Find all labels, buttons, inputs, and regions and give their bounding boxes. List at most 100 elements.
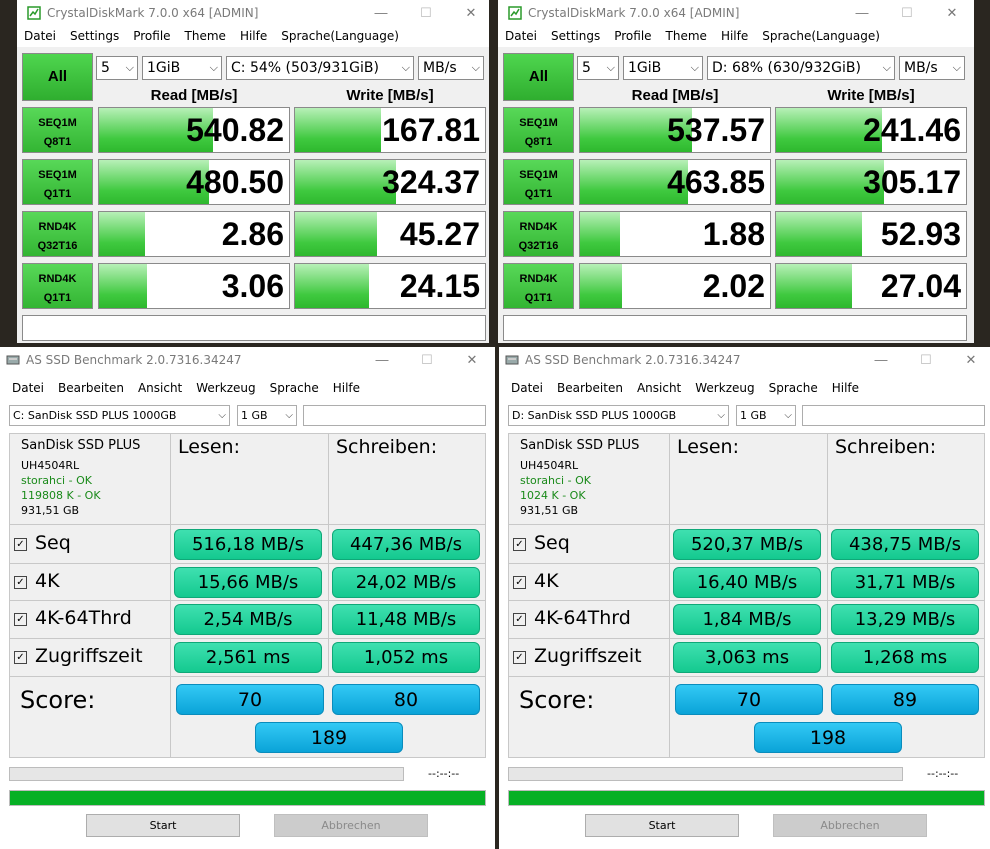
size-value: 1 GB [241, 409, 268, 422]
menu-sprache[interactable]: Sprache [762, 378, 825, 398]
abort-button[interactable]: Abbrechen [274, 814, 428, 837]
checkbox-checked-icon[interactable]: ✓ [513, 651, 526, 664]
checkbox-checked-icon[interactable]: ✓ [14, 651, 27, 664]
unit-select[interactable]: MB/s ⌵ [899, 56, 965, 80]
minimize-icon[interactable]: — [373, 351, 391, 369]
seq-write-result: 447,36 MB/s [332, 529, 480, 560]
menu-datei[interactable]: Datei [17, 26, 63, 46]
write-value: 241.46 [863, 112, 961, 148]
drive-select[interactable]: C: SanDisk SSD PLUS 1000GB ⌵ [9, 405, 230, 426]
menu-datei[interactable]: Datei [504, 378, 550, 398]
results-grid: SanDisk SSD PLUS UH4504RL storahci - OK … [508, 433, 985, 758]
row-4k-label[interactable]: ✓ 4K [14, 570, 60, 592]
count-select[interactable]: 5 ⌵ [577, 56, 619, 80]
checkbox-checked-icon[interactable]: ✓ [14, 613, 27, 626]
menu-hilfe[interactable]: Hilfe [326, 378, 367, 398]
test-button-rnd4k-q1t1[interactable]: RND4K Q1T1 [503, 263, 574, 309]
progress-bar [508, 767, 903, 781]
row-seq-label[interactable]: ✓ Seq [14, 532, 71, 554]
checkbox-checked-icon[interactable]: ✓ [14, 576, 27, 589]
test-button-rnd4k-q32t16[interactable]: RND4K Q32T16 [503, 211, 574, 257]
cdm-panel: All 5 ⌵ 1GiB ⌵ C: 54% (503/931GiB) ⌵ MB/s ⌵ … [17, 47, 489, 343]
row-4k64-label[interactable]: ✓ 4K-64Thrd [14, 607, 132, 629]
overall-progress-bar [9, 790, 486, 806]
menu-werkzeug[interactable]: Werkzeug [688, 378, 761, 398]
start-button[interactable]: Start [585, 814, 739, 837]
checkbox-checked-icon[interactable]: ✓ [513, 538, 526, 551]
checkbox-checked-icon[interactable]: ✓ [513, 576, 526, 589]
menu-language[interactable]: Sprache(Language) [755, 26, 887, 46]
close-icon[interactable]: ✕ [943, 4, 961, 22]
size-select[interactable]: 1 GB ⌵ [736, 405, 796, 426]
test-button-seq1m-q1t1[interactable]: SEQ1M Q1T1 [503, 159, 574, 205]
4k64-read-result: 2,54 MB/s [174, 604, 322, 635]
close-icon[interactable]: ✕ [463, 351, 481, 369]
test-sublabel: Q32T16 [37, 240, 78, 252]
minimize-icon[interactable]: — [853, 4, 871, 22]
row-label: 4K [534, 570, 559, 592]
read-header: Lesen: [677, 436, 739, 458]
test-button-seq1m-q8t1[interactable]: SEQ1M Q8T1 [22, 107, 93, 153]
menu-bearbeiten[interactable]: Bearbeiten [550, 378, 630, 398]
menu-profile[interactable]: Profile [126, 26, 177, 46]
device-name: SanDisk SSD PLUS [21, 438, 141, 453]
abort-button[interactable]: Abbrechen [773, 814, 927, 837]
size-select[interactable]: 1GiB ⌵ [623, 56, 703, 80]
all-button[interactable]: All [22, 53, 93, 101]
menu-settings[interactable]: Settings [63, 26, 126, 46]
menu-datei[interactable]: Datei [5, 378, 51, 398]
results-grid: SanDisk SSD PLUS UH4504RL storahci - OK … [9, 433, 486, 758]
close-icon[interactable]: ✕ [462, 4, 480, 22]
start-button[interactable]: Start [86, 814, 240, 837]
info-field[interactable] [802, 405, 985, 426]
row-seq-label[interactable]: ✓ Seq [513, 532, 570, 554]
count-select[interactable]: 5 ⌵ [96, 56, 138, 80]
checkbox-checked-icon[interactable]: ✓ [513, 613, 526, 626]
drive-select[interactable]: D: 68% (630/932GiB) ⌵ [707, 56, 895, 80]
maximize-icon[interactable]: ☐ [898, 4, 916, 22]
menu-werkzeug[interactable]: Werkzeug [189, 378, 262, 398]
menu-profile[interactable]: Profile [607, 26, 658, 46]
info-field[interactable] [303, 405, 486, 426]
divider [827, 434, 828, 677]
drive-select[interactable]: D: SanDisk SSD PLUS 1000GB ⌵ [508, 405, 729, 426]
menu-theme[interactable]: Theme [659, 26, 714, 46]
close-icon[interactable]: ✕ [962, 351, 980, 369]
menu-theme[interactable]: Theme [178, 26, 233, 46]
menu-hilfe[interactable]: Hilfe [714, 26, 755, 46]
menu-datei[interactable]: Datei [498, 26, 544, 46]
maximize-icon[interactable]: ☐ [417, 4, 435, 22]
maximize-icon[interactable]: ☐ [418, 351, 436, 369]
menu-sprache[interactable]: Sprache [263, 378, 326, 398]
row-access-time-label[interactable]: ✓ Zugriffszeit [14, 645, 143, 667]
checkbox-checked-icon[interactable]: ✓ [14, 538, 27, 551]
minimize-icon[interactable]: — [872, 351, 890, 369]
test-button-seq1m-q8t1[interactable]: SEQ1M Q8T1 [503, 107, 574, 153]
test-sublabel: Q1T1 [43, 188, 72, 200]
test-sublabel: Q1T1 [524, 188, 553, 200]
menu-hilfe[interactable]: Hilfe [233, 26, 274, 46]
test-button-seq1m-q1t1[interactable]: SEQ1M Q1T1 [22, 159, 93, 205]
all-button[interactable]: All [503, 53, 574, 101]
comment-field[interactable] [22, 315, 486, 341]
menu-ansicht[interactable]: Ansicht [131, 378, 189, 398]
test-button-rnd4k-q32t16[interactable]: RND4K Q32T16 [22, 211, 93, 257]
menu-hilfe[interactable]: Hilfe [825, 378, 866, 398]
minimize-icon[interactable]: — [372, 4, 390, 22]
menu-settings[interactable]: Settings [544, 26, 607, 46]
menu-ansicht[interactable]: Ansicht [630, 378, 688, 398]
maximize-icon[interactable]: ☐ [917, 351, 935, 369]
menu-language[interactable]: Sprache(Language) [274, 26, 406, 46]
window-title: CrystalDiskMark 7.0.0 x64 [ADMIN] [47, 6, 259, 20]
unit-select[interactable]: MB/s ⌵ [418, 56, 484, 80]
size-select[interactable]: 1GiB ⌵ [142, 56, 222, 80]
drive-select[interactable]: C: 54% (503/931GiB) ⌵ [226, 56, 414, 80]
comment-field[interactable] [503, 315, 967, 341]
row-access-time-label[interactable]: ✓ Zugriffszeit [513, 645, 642, 667]
row-4k-label[interactable]: ✓ 4K [513, 570, 559, 592]
test-sublabel: Q8T1 [524, 136, 553, 148]
row-4k64-label[interactable]: ✓ 4K-64Thrd [513, 607, 631, 629]
menu-bearbeiten[interactable]: Bearbeiten [51, 378, 131, 398]
size-select[interactable]: 1 GB ⌵ [237, 405, 297, 426]
test-button-rnd4k-q1t1[interactable]: RND4K Q1T1 [22, 263, 93, 309]
